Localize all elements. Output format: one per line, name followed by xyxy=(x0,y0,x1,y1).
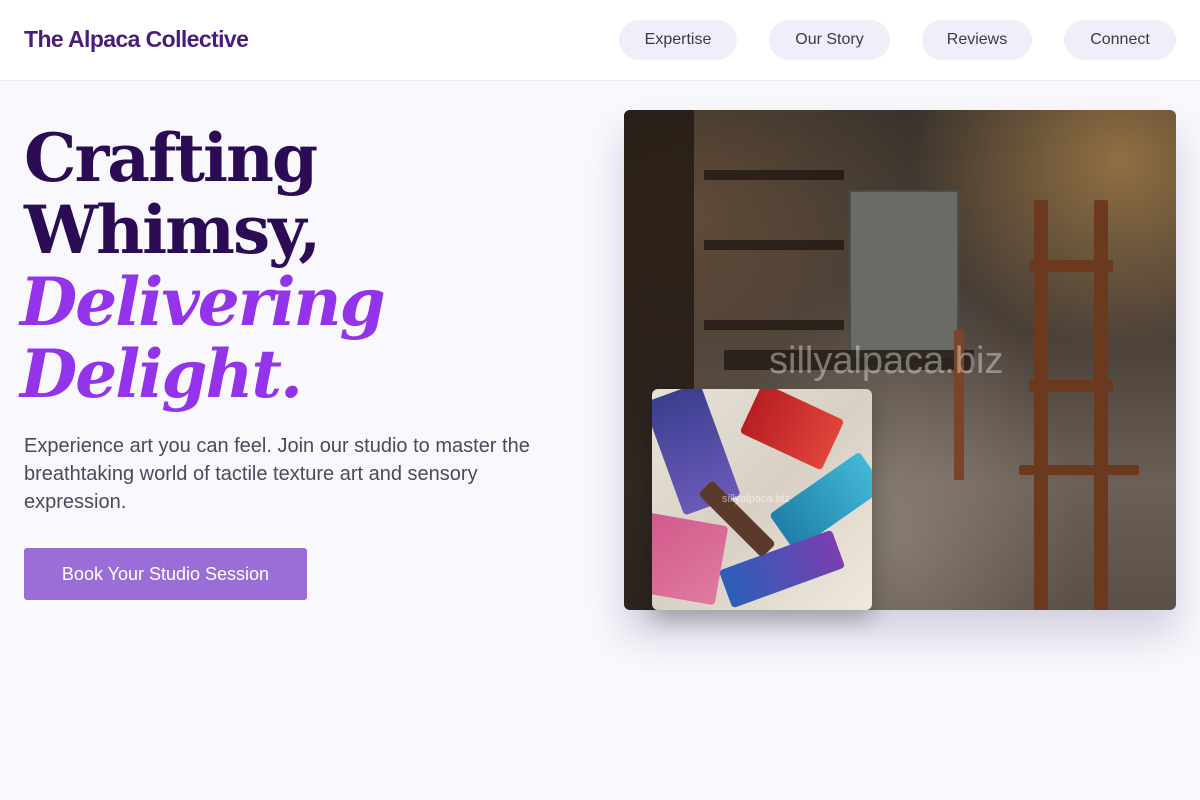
headline-line-whimsy: Whimsy, xyxy=(24,191,321,269)
book-session-button[interactable]: Book Your Studio Session xyxy=(24,548,307,600)
studio-cabinet xyxy=(849,190,959,360)
headline-line-delivering: Delivering xyxy=(20,263,386,341)
hero-headline: Crafting Whimsy, Delivering Delight. xyxy=(20,119,386,410)
headline-line-delight: Delight. xyxy=(20,335,303,413)
brush-red xyxy=(739,389,845,471)
studio-shelf-2 xyxy=(704,240,844,250)
brush-purple xyxy=(718,529,846,609)
hero-description: Experience art you can feel. Join our st… xyxy=(24,435,530,513)
brush-pink xyxy=(652,512,729,606)
studio-photo-watermark: sillyalpaca.biz xyxy=(769,340,1004,382)
paintbrushes-photo: sillyalpaca.biz xyxy=(652,389,872,610)
nav-expertise[interactable]: Expertise xyxy=(619,20,737,60)
easel-crossbar-top xyxy=(1029,260,1113,272)
headline-line-crafting: Crafting xyxy=(24,119,318,197)
easel-crossbar-bottom xyxy=(1029,380,1113,392)
paintbrushes-watermark: sillyalpaca.biz xyxy=(722,493,790,505)
studio-shelf-3 xyxy=(704,320,844,330)
easel-shelf xyxy=(1019,465,1139,475)
nav-connect[interactable]: Connect xyxy=(1064,20,1176,60)
nav-our-story[interactable]: Our Story xyxy=(769,20,890,60)
site-header: The Alpaca Collective Expertise Our Stor… xyxy=(0,0,1200,81)
studio-shelf-1 xyxy=(704,170,844,180)
brand-logo[interactable]: The Alpaca Collective xyxy=(24,26,249,53)
nav-reviews[interactable]: Reviews xyxy=(922,20,1032,60)
